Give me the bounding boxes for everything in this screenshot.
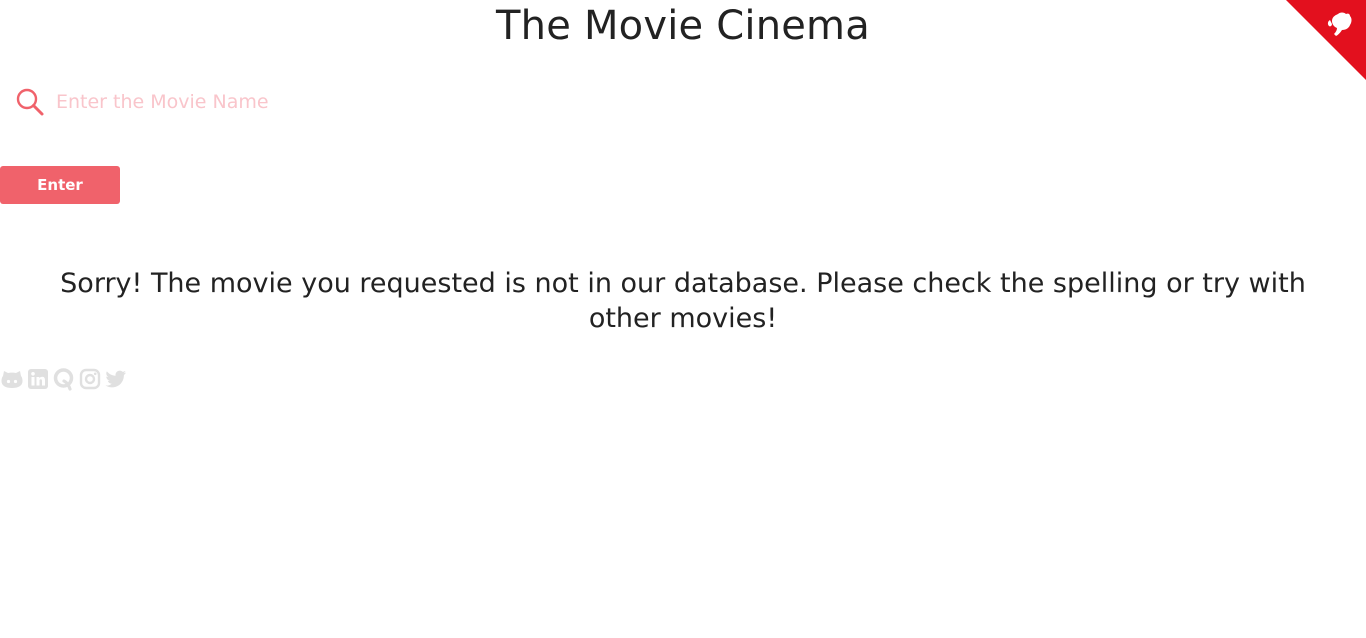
instagram-link[interactable] — [78, 367, 102, 391]
instagram-icon — [79, 368, 101, 390]
github-corner-icon — [1286, 0, 1366, 80]
social-links — [0, 367, 128, 391]
linkedin-link[interactable] — [26, 367, 50, 391]
twitter-icon — [105, 370, 126, 388]
error-message: Sorry! The movie you requested is not in… — [60, 268, 1306, 334]
search-bar — [14, 84, 376, 120]
page-title: The Movie Cinema — [496, 3, 870, 49]
github-corner-link[interactable] — [1286, 0, 1366, 80]
twitter-link[interactable] — [104, 367, 128, 391]
github-icon — [1, 371, 23, 388]
enter-button[interactable]: Enter — [0, 166, 120, 204]
quora-icon — [53, 368, 74, 391]
page: The Movie Cinema Enter Sorry! The movie … — [0, 0, 1366, 638]
search-icon — [14, 86, 46, 118]
github-link[interactable] — [0, 367, 24, 391]
search-input[interactable] — [56, 87, 376, 117]
quora-link[interactable] — [52, 367, 76, 391]
linkedin-icon — [28, 369, 48, 389]
